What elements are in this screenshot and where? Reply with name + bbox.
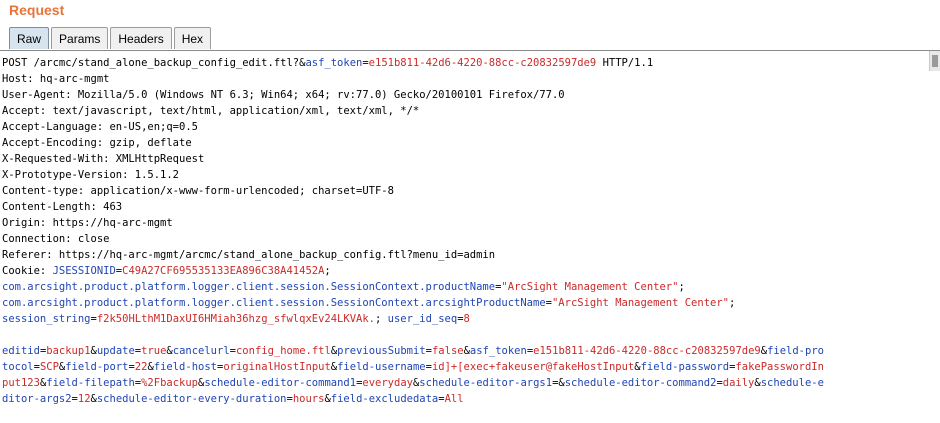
body-param-value: true [141, 345, 167, 357]
cookie-separator: ; [324, 265, 331, 277]
query-param-value: e151b811-42d6-4220-88cc-c20832597de9 [368, 57, 597, 69]
header-line: User-Agent: Mozilla/5.0 (Windows NT 6.3;… [2, 89, 565, 101]
cookie-name: JSESSIONID [52, 265, 116, 277]
cookie-line: com.arcsight.product.platform.logger.cli… [2, 295, 735, 311]
header-line: X-Requested-With: XMLHttpRequest [2, 153, 205, 165]
body-param-value: SCP [39, 361, 59, 373]
header-line: X-Prototype-Version: 1.5.1.2 [2, 169, 180, 181]
cookie-value: "ArcSight Management Center" [551, 297, 729, 309]
body-param-name: field-host [153, 361, 217, 373]
body-param-value: hours [292, 393, 325, 405]
body-param-name: previousSubmit [337, 345, 426, 357]
body-param-name: field-username [337, 361, 426, 373]
body-param-value: put123 [2, 377, 40, 389]
cookie-line: Cookie: JSESSIONID=C49A27CF695535133EA89… [2, 263, 331, 279]
tab-params[interactable]: Params [51, 27, 109, 49]
body-param-value: originalHostInput [223, 361, 331, 373]
body-param-value: %2Fbackup [141, 377, 199, 389]
scrollbar-thumb[interactable] [932, 55, 938, 67]
body-param-name: editid [2, 345, 40, 357]
http-version: HTTP/1.1 [596, 57, 654, 69]
header-line: Content-Length: 463 [2, 201, 123, 213]
body-param-name: tocol [2, 361, 34, 373]
body-param-value: 12 [77, 393, 91, 405]
body-param-value: config_home.ftl [235, 345, 331, 357]
cookie-separator: ; [375, 313, 388, 325]
cookie-name: session_string [2, 313, 91, 325]
tab-hex[interactable]: Hex [173, 27, 212, 49]
body-param-name: schedule-editor-every-duration [96, 393, 287, 405]
query-param-name: asf_token [305, 57, 363, 69]
body-param-name: field-pro [767, 345, 824, 357]
body-param-name: schedule-editor-command1 [204, 377, 357, 389]
cookie-value: "ArcSight Management Center" [501, 281, 679, 293]
cookie-line: session_string=f2k50HLthM1DaxUI6HMiah36h… [2, 311, 470, 327]
view-tabs: Raw Params Headers Hex [9, 27, 213, 49]
cookie-name: user_id_seq [387, 313, 458, 325]
header-line: Connection: close [2, 233, 110, 245]
tab-raw[interactable]: Raw [9, 27, 50, 49]
header-line: Host: hq-arc-mgmt [2, 73, 110, 85]
body-param-value: All [444, 393, 464, 405]
cookie-prefix: Cookie: [2, 265, 53, 277]
body-param-name: field-filepath [46, 377, 135, 389]
header-line: Accept-Encoding: gzip, deflate [2, 137, 192, 149]
cookie-name: com.arcsight.product.platform.logger.cli… [2, 281, 496, 293]
body-param-value: false [431, 345, 464, 357]
body-line: editid=backup1&update=true&cancelurl=con… [2, 343, 824, 359]
tab-headers[interactable]: Headers [110, 27, 172, 49]
body-line: put123&field-filepath=%2Fbackup&schedule… [2, 375, 824, 391]
body-param-name: schedule-editor-command2 [564, 377, 717, 389]
cookie-value: C49A27CF695535133EA896C38A41452A [122, 265, 325, 277]
header-line: Accept-Language: en-US,en;q=0.5 [2, 121, 198, 133]
body-param-value: backup1 [46, 345, 91, 357]
body-param-name: field-port [65, 361, 129, 373]
body-param-value: daily [722, 377, 755, 389]
body-param-value: 22 [134, 361, 148, 373]
body-param-name: field-password [640, 361, 730, 373]
header-line: Content-type: application/x-www-form-url… [2, 185, 394, 197]
cookie-value: 8 [463, 313, 470, 325]
body-line: tocol=SCP&field-port=22&field-host=origi… [2, 359, 824, 375]
body-param-name: ditor-args2 [2, 393, 72, 405]
vertical-scrollbar[interactable] [929, 51, 940, 71]
body-param-value: id]+[exec+fakeuser@fakeHostInput [431, 361, 635, 373]
cookie-name: com.arcsight.product.platform.logger.cli… [2, 297, 546, 309]
body-param-value: e151b811-42d6-4220-88cc-c20832597de9 [533, 345, 761, 357]
cookie-separator: ; [729, 297, 736, 309]
body-param-name: schedule-e [760, 377, 824, 389]
request-line: POST /arcmc/stand_alone_backup_config_ed… [2, 55, 653, 71]
body-line: ditor-args2=12&schedule-editor-every-dur… [2, 391, 464, 407]
body-param-name: field-excludedata [330, 393, 439, 405]
request-line-start: POST /arcmc/stand_alone_backup_config_ed… [2, 57, 306, 69]
header-line: Accept: text/javascript, text/html, appl… [2, 105, 420, 117]
cookie-separator: ; [678, 281, 685, 293]
body-param-name: update [96, 345, 135, 357]
request-title: Request [9, 2, 65, 18]
header-line: Referer: https://hq-arc-mgmt/arcmc/stand… [2, 249, 496, 261]
cookie-value: f2k50HLthM1DaxUI6HMiah36hzg_sfwlqxEv24LK… [96, 313, 375, 325]
body-param-value: fakePasswordIn [735, 361, 824, 373]
body-param-value: everyday [362, 377, 413, 389]
body-param-name: cancelurl [172, 345, 230, 357]
body-param-name: asf_token [469, 345, 527, 357]
cookie-line: com.arcsight.product.platform.logger.cli… [2, 279, 685, 295]
body-param-name: schedule-editor-args1 [419, 377, 553, 389]
header-line: Origin: https://hq-arc-mgmt [2, 217, 173, 229]
